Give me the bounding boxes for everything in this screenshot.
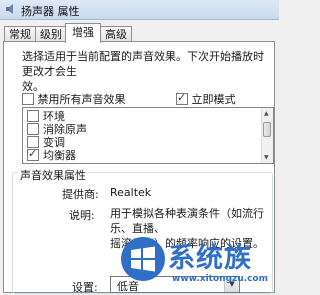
window-title: 扬声器 属性 (21, 5, 80, 18)
provider-label: 提供商: (62, 188, 99, 201)
scroll-down-arrow-icon[interactable]: ▼ (264, 154, 269, 161)
effects-list[interactable]: 环境 消除原声 变调 均衡器 ▲ ▼ (22, 107, 274, 164)
tab-advanced[interactable]: 高级 (100, 26, 132, 42)
tab-enhancements[interactable]: 增强 (65, 23, 101, 43)
list-item-environment[interactable]: 环境 (27, 110, 65, 123)
list-item-voice-cancel[interactable]: 消除原声 (27, 123, 87, 136)
scroll-up-arrow-icon[interactable]: ▲ (264, 110, 269, 117)
description-text: 选择适用于当前配置的声音效果。下次开始播放时更改才会生 效。 (22, 49, 274, 94)
speaker-icon (6, 4, 13, 14)
checkbox-box[interactable] (22, 93, 34, 105)
tab-general[interactable]: 常规 (4, 26, 36, 42)
description-label: 说明: (69, 209, 95, 222)
list-item-label: 消除原声 (43, 123, 87, 136)
site-watermark: 系统族 www.xitongzu.com (120, 236, 275, 292)
watermark-url: www.xitongzu.com (172, 274, 268, 284)
watermark-brand: 系统族 (168, 243, 252, 274)
list-item-equalizer[interactable]: 均衡器 (27, 147, 76, 162)
description-line-1: 选择适用于当前配置的声音效果。下次开始播放时更改才会生 (22, 50, 264, 78)
scrollbar-thumb[interactable] (263, 122, 271, 137)
effect-properties-group-label: 声音效果属性 (18, 167, 88, 183)
disable-all-effects-label: 禁用所有声音效果 (37, 93, 126, 106)
immediate-mode-checkbox[interactable]: 立即模式 (176, 91, 236, 107)
windows-logo-icon (121, 237, 165, 281)
checkbox-box[interactable] (176, 91, 188, 105)
list-item-label: 均衡器 (43, 149, 76, 162)
effect-description-line-1: 用于模拟各种表演条件（如流行乐、直播、 (110, 207, 264, 235)
list-item-label: 变调 (43, 136, 65, 149)
list-scrollbar[interactable]: ▲ ▼ (261, 108, 273, 163)
title-bar: 扬声器 属性 (0, 0, 279, 20)
provider-value: Realtek (110, 186, 152, 199)
disable-all-effects-checkbox[interactable]: 禁用所有声音效果 (22, 91, 126, 107)
tab-levels[interactable]: 级别 (35, 26, 67, 42)
checkbox-box[interactable] (27, 147, 39, 161)
list-item-label: 环境 (43, 110, 65, 123)
setting-label: 设置: (72, 281, 98, 294)
checkbox-box[interactable] (27, 110, 39, 122)
immediate-mode-label: 立即模式 (191, 93, 236, 106)
checkbox-box[interactable] (27, 123, 39, 135)
